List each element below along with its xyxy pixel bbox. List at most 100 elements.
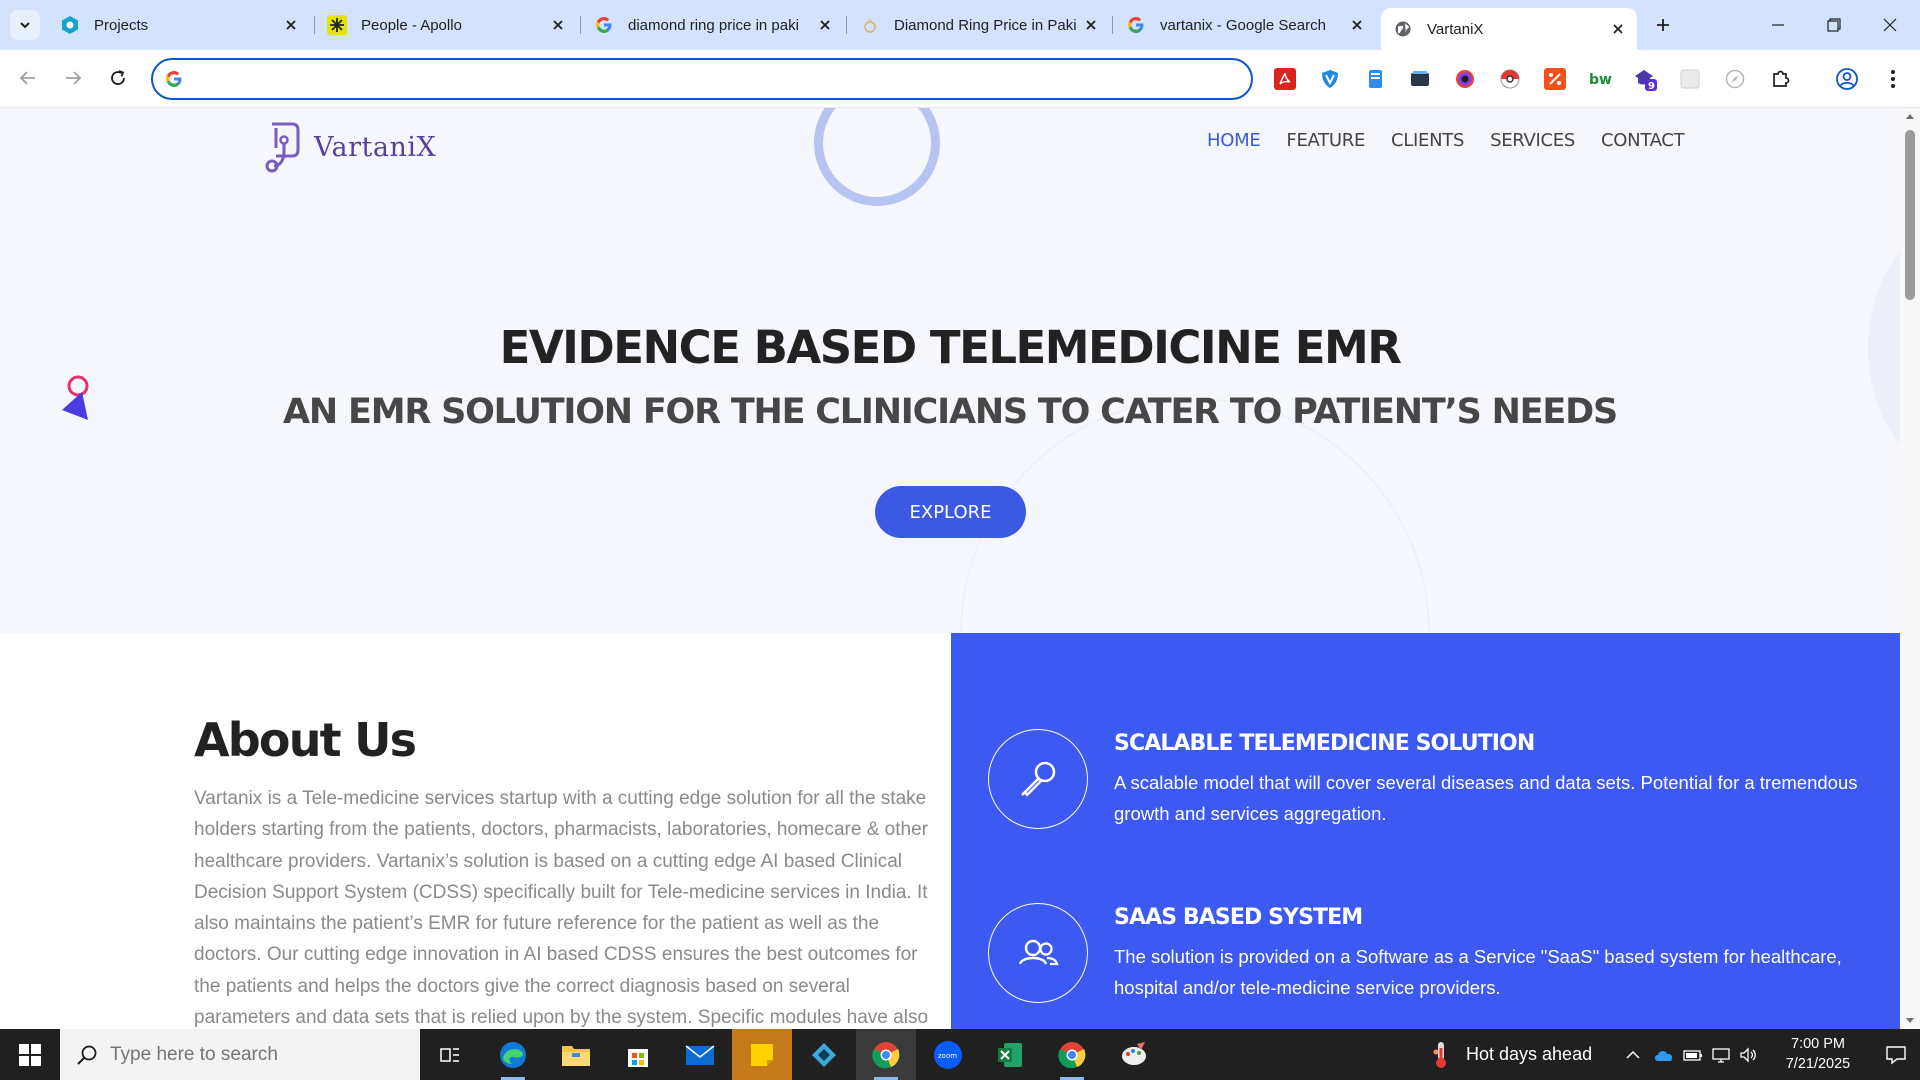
folder-icon — [562, 1045, 590, 1066]
arrow-right-icon — [66, 71, 82, 85]
microphone-icon — [988, 729, 1088, 829]
taskbar-edge[interactable] — [483, 1029, 543, 1080]
onedrive-icon[interactable] — [1653, 1047, 1675, 1063]
tab-vartanix-active[interactable]: VartaniX — [1381, 8, 1637, 50]
taskbar-sticky-notes[interactable] — [732, 1029, 792, 1080]
close-icon[interactable] — [1080, 14, 1102, 36]
zoom-icon: zoom — [934, 1040, 962, 1069]
features-panel: SCALABLE TELEMEDICINE SOLUTION A scalabl… — [951, 633, 1900, 1029]
nav-services[interactable]: SERVICES — [1490, 130, 1575, 160]
page-scrollbar[interactable] — [1900, 108, 1920, 1029]
profile-avatar-icon[interactable] — [1833, 65, 1861, 93]
windows-logo-icon — [19, 1043, 41, 1066]
about-body: Vartanix is a Tele-medicine services sta… — [194, 788, 929, 1029]
taskbar-store[interactable] — [608, 1029, 668, 1080]
placeholder-extension-icon[interactable] — [1676, 65, 1704, 93]
close-icon[interactable] — [547, 14, 569, 36]
edge-icon — [500, 1041, 526, 1068]
task-view-button[interactable] — [420, 1029, 480, 1080]
sticky-notes-icon — [751, 1043, 773, 1066]
color-picker-extension-icon[interactable] — [1451, 65, 1479, 93]
clock-time: 7:00 PM — [1791, 1036, 1845, 1052]
nav-contact[interactable]: CONTACT — [1601, 130, 1685, 160]
new-tab-button[interactable] — [1650, 12, 1676, 38]
taskbar-app-diamond[interactable] — [794, 1029, 854, 1080]
notifications-button[interactable] — [1872, 1029, 1920, 1080]
weather-widget[interactable]: Hot days ahead — [1432, 1029, 1592, 1080]
kebab-menu-icon[interactable] — [1879, 65, 1907, 93]
taskbar-chrome-profile[interactable] — [1042, 1029, 1102, 1080]
percent-extension-icon[interactable] — [1541, 65, 1569, 93]
forward-button[interactable] — [57, 62, 89, 94]
battery-icon[interactable] — [1683, 1047, 1703, 1063]
minimize-icon — [1772, 24, 1784, 26]
feature-title: SCALABLE TELEMEDICINE SOLUTION — [1114, 731, 1535, 756]
network-icon[interactable] — [1711, 1047, 1731, 1063]
taskbar-paint-app[interactable] — [1104, 1029, 1164, 1080]
plus-icon — [1657, 19, 1669, 31]
tab-google-diamond[interactable]: diamond ring price in paki — [582, 8, 844, 42]
close-icon[interactable] — [814, 14, 836, 36]
taskbar-chrome-active[interactable] — [856, 1029, 916, 1080]
extensions-puzzle-icon[interactable] — [1767, 65, 1795, 93]
projects-favicon-icon — [60, 15, 80, 35]
close-icon[interactable] — [1346, 14, 1368, 36]
tab-projects[interactable]: Projects — [48, 8, 310, 42]
reload-button[interactable] — [102, 62, 134, 94]
svg-text:bw: bw — [1589, 72, 1612, 88]
close-icon[interactable] — [280, 14, 302, 36]
browser-tab-strip: Projects People - Apollo diamond ring pr… — [0, 0, 1920, 50]
pokeball-extension-icon[interactable] — [1496, 65, 1524, 93]
tab-label: Diamond Ring Price in Paki — [894, 16, 1077, 34]
apollo-favicon-icon — [327, 15, 347, 35]
loading-spinner — [814, 108, 940, 206]
system-tray — [1625, 1029, 1759, 1080]
tracker-extension-icon[interactable]: 9 — [1631, 65, 1659, 93]
google-g-icon — [165, 70, 183, 93]
nav-home[interactable]: HOME — [1207, 130, 1261, 160]
site-logo[interactable]: VartaniX — [262, 120, 436, 174]
main-nav: HOME FEATURE CLIENTS SERVICES CONTACT — [1207, 130, 1710, 160]
weather-text: Hot days ahead — [1466, 1044, 1593, 1064]
back-button[interactable] — [12, 62, 44, 94]
address-bar[interactable] — [151, 58, 1253, 100]
address-input[interactable] — [197, 66, 1227, 92]
film-extension-icon[interactable] — [1406, 65, 1434, 93]
nav-clients[interactable]: CLIENTS — [1391, 130, 1464, 160]
chevron-up-icon[interactable] — [1625, 1047, 1641, 1063]
explore-button[interactable]: EXPLORE — [875, 486, 1026, 538]
taskbar-file-explorer[interactable] — [546, 1029, 606, 1080]
minimize-button[interactable] — [1756, 8, 1800, 42]
taskbar-mail[interactable] — [670, 1029, 730, 1080]
close-window-button[interactable] — [1868, 8, 1912, 42]
store-icon — [628, 1048, 648, 1067]
scroll-thumb[interactable] — [1905, 130, 1915, 300]
feature-item: SCALABLE TELEMEDICINE SOLUTION A scalabl… — [988, 729, 1868, 839]
tab-label: VartaniX — [1427, 20, 1484, 38]
tab-search-button[interactable] — [10, 10, 40, 40]
bw-extension-icon[interactable]: bw — [1586, 65, 1614, 93]
tab-people-apollo[interactable]: People - Apollo — [315, 8, 577, 42]
taskbar-zoom[interactable]: zoom — [918, 1029, 978, 1080]
restore-button[interactable] — [1812, 8, 1856, 42]
feature-text: A scalable model that will cover several… — [1114, 772, 1858, 824]
feature-item: SAAS BASED SYSTEM The solution is provid… — [988, 903, 1868, 1013]
tab-label: Projects — [94, 16, 149, 34]
taskbar-search[interactable] — [60, 1029, 420, 1080]
nav-feature[interactable]: FEATURE — [1286, 130, 1365, 160]
close-icon[interactable] — [1607, 18, 1629, 40]
feature-text: The solution is provided on a Software a… — [1114, 946, 1842, 998]
acrobat-extension-icon[interactable] — [1271, 65, 1299, 93]
start-button[interactable] — [0, 1029, 60, 1080]
taskbar-search-input[interactable] — [110, 1043, 390, 1066]
shield-extension-icon[interactable] — [1316, 65, 1344, 93]
tab-vartanix-google-search[interactable]: vartanix - Google Search — [1114, 8, 1376, 42]
compass-extension-icon[interactable] — [1721, 65, 1749, 93]
volume-icon[interactable] — [1739, 1046, 1759, 1063]
document-extension-icon[interactable] — [1361, 65, 1389, 93]
feature-title: SAAS BASED SYSTEM — [1114, 905, 1363, 930]
tab-diamond-ring-price[interactable]: Diamond Ring Price in Paki — [848, 8, 1110, 42]
tab-separator — [846, 16, 847, 34]
taskbar-clock[interactable]: 7:00 PM 7/21/2025 — [1778, 1034, 1858, 1074]
taskbar-excel[interactable] — [980, 1029, 1040, 1080]
